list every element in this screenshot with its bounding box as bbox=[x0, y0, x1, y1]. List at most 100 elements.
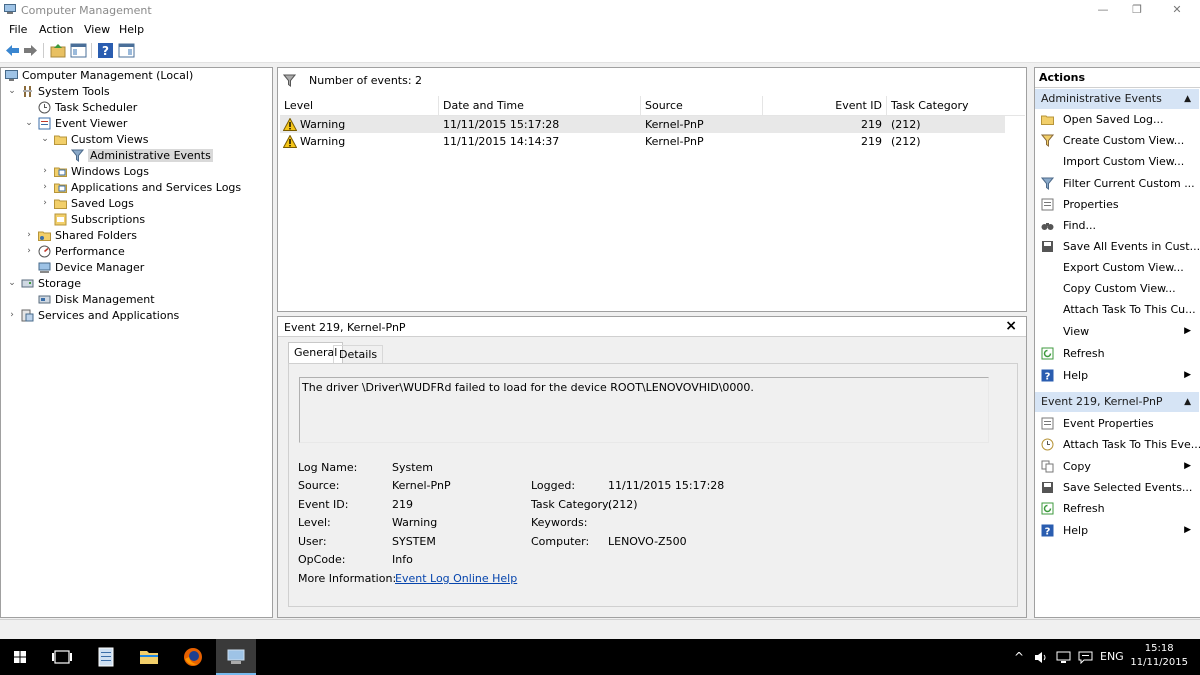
show-hide-action-pane-icon[interactable] bbox=[118, 42, 135, 59]
event-detail-pane: Event 219, Kernel-PnP × General Details … bbox=[277, 316, 1027, 618]
action-copy[interactable]: Copy ▶ bbox=[1035, 456, 1199, 477]
help-icon: ? bbox=[1041, 524, 1054, 537]
collapse-chevron-icon[interactable]: ⌄ bbox=[24, 116, 34, 131]
help-icon[interactable]: ? bbox=[97, 42, 114, 59]
expand-chevron-icon[interactable]: › bbox=[24, 228, 34, 243]
tree-item-app-services-logs[interactable]: Applications and Services Logs bbox=[54, 180, 241, 195]
tab-details[interactable]: Details bbox=[333, 345, 384, 364]
filter-icon bbox=[283, 74, 296, 87]
menu-action[interactable]: Action bbox=[39, 23, 73, 36]
label-level: Level: bbox=[298, 516, 331, 529]
action-event-properties[interactable]: Event Properties bbox=[1035, 413, 1199, 434]
file-explorer-icon[interactable] bbox=[129, 639, 169, 675]
menu-help[interactable]: Help bbox=[119, 23, 144, 36]
action-copy-custom-view[interactable]: Copy Custom View... bbox=[1035, 278, 1199, 299]
general-tab-panel: The driver \Driver\WUDFRd failed to load… bbox=[288, 363, 1018, 607]
column-header-event-id[interactable]: Event ID bbox=[763, 96, 887, 116]
expand-chevron-icon[interactable]: › bbox=[7, 308, 17, 323]
actions-section-event-219[interactable]: Event 219, Kernel-PnP ▲ bbox=[1035, 392, 1199, 412]
action-help-event[interactable]: ? Help ▶ bbox=[1035, 520, 1199, 541]
tree-item-computer-management[interactable]: Computer Management (Local) bbox=[5, 68, 193, 83]
action-center-icon[interactable] bbox=[1078, 651, 1093, 664]
task-view-icon[interactable] bbox=[42, 639, 82, 675]
language-indicator[interactable]: ENG bbox=[1100, 650, 1124, 663]
console-tree-pane: Computer Management (Local) ⌄ System Too… bbox=[0, 67, 273, 618]
menu-file[interactable]: File bbox=[9, 23, 27, 36]
clock-time: 15:18 bbox=[1144, 643, 1174, 654]
svg-text:?: ? bbox=[102, 44, 109, 58]
expand-chevron-icon[interactable]: › bbox=[40, 180, 50, 195]
expand-chevron-icon[interactable]: › bbox=[24, 244, 34, 259]
column-header-level[interactable]: Level bbox=[280, 96, 439, 116]
tree-item-custom-views[interactable]: Custom Views bbox=[54, 132, 148, 147]
computer-management-taskbar-button[interactable] bbox=[216, 639, 256, 675]
column-header-date-time[interactable]: Date and Time bbox=[439, 96, 641, 116]
action-view[interactable]: View ▶ bbox=[1035, 321, 1199, 342]
folder-icon bbox=[54, 135, 67, 145]
value-user: SYSTEM bbox=[392, 535, 436, 548]
tree-item-performance[interactable]: Performance bbox=[38, 244, 125, 259]
status-bar bbox=[0, 619, 1200, 639]
windows-start-icon[interactable] bbox=[0, 639, 40, 675]
binoculars-icon bbox=[1041, 223, 1054, 230]
forward-arrow-icon[interactable] bbox=[22, 42, 39, 59]
action-export-custom-view[interactable]: Export Custom View... bbox=[1035, 257, 1199, 278]
speaker-icon[interactable] bbox=[1034, 651, 1048, 664]
services-icon bbox=[21, 309, 34, 322]
tree-item-shared-folders[interactable]: Shared Folders bbox=[38, 228, 137, 243]
tree-item-administrative-events[interactable]: Administrative Events bbox=[71, 148, 213, 163]
filter-icon bbox=[71, 149, 84, 162]
network-icon[interactable] bbox=[1056, 651, 1071, 664]
close-detail-button[interactable]: × bbox=[1005, 318, 1017, 334]
action-open-saved-log[interactable]: Open Saved Log... bbox=[1035, 109, 1199, 130]
action-help[interactable]: ? Help ▶ bbox=[1035, 365, 1199, 386]
action-filter-current-custom-view[interactable]: Filter Current Custom ... bbox=[1035, 173, 1199, 194]
tree-item-device-manager[interactable]: Device Manager bbox=[38, 260, 144, 275]
tree-item-saved-logs[interactable]: Saved Logs bbox=[54, 196, 134, 211]
taskbar: ^ ENG 15:18 11/11/2015 bbox=[0, 639, 1200, 675]
action-save-all-events[interactable]: Save All Events in Cust... bbox=[1035, 236, 1200, 257]
notepad-app-icon[interactable] bbox=[86, 639, 126, 675]
action-find[interactable]: Find... bbox=[1035, 215, 1199, 236]
action-properties[interactable]: Properties bbox=[1035, 194, 1199, 215]
tree-item-task-scheduler[interactable]: Task Scheduler bbox=[38, 100, 137, 115]
collapse-chevron-icon[interactable]: ⌄ bbox=[40, 132, 50, 147]
actions-section-administrative-events[interactable]: Administrative Events ▲ bbox=[1035, 89, 1199, 109]
action-import-custom-view[interactable]: Import Custom View... bbox=[1035, 151, 1199, 172]
expand-chevron-icon[interactable]: › bbox=[40, 164, 50, 179]
tree-item-disk-management[interactable]: Disk Management bbox=[38, 292, 155, 307]
show-hidden-icons-chevron[interactable]: ^ bbox=[1014, 650, 1024, 664]
expand-chevron-icon[interactable]: › bbox=[40, 196, 50, 211]
column-header-source[interactable]: Source bbox=[641, 96, 763, 116]
menu-view[interactable]: View bbox=[84, 23, 110, 36]
cell-task-category: (212) bbox=[891, 135, 921, 148]
label-more-information: More Information: bbox=[298, 572, 397, 585]
firefox-icon[interactable] bbox=[173, 639, 213, 675]
column-header-task-category[interactable]: Task Category bbox=[887, 96, 1025, 116]
tree-item-storage[interactable]: Storage bbox=[21, 276, 81, 291]
tree-item-event-viewer[interactable]: Event Viewer bbox=[38, 116, 127, 131]
event-message-box[interactable]: The driver \Driver\WUDFRd failed to load… bbox=[299, 377, 989, 443]
collapse-chevron-icon[interactable]: ⌄ bbox=[7, 276, 17, 291]
event-log-online-help-link[interactable]: Event Log Online Help bbox=[395, 572, 517, 585]
tree-item-windows-logs[interactable]: Windows Logs bbox=[54, 164, 149, 179]
tree-item-subscriptions[interactable]: Subscriptions bbox=[54, 212, 145, 227]
collapse-chevron-icon[interactable]: ⌄ bbox=[7, 84, 17, 99]
table-row[interactable]: Warning 11/11/2015 15:17:28 Kernel-PnP 2… bbox=[280, 116, 1005, 133]
show-hide-tree-icon[interactable] bbox=[70, 42, 87, 59]
action-save-selected-events[interactable]: Save Selected Events... bbox=[1035, 477, 1199, 498]
action-refresh-event[interactable]: Refresh bbox=[1035, 498, 1199, 519]
action-attach-task-event[interactable]: Attach Task To This Eve... bbox=[1035, 434, 1200, 455]
up-folder-icon[interactable] bbox=[50, 42, 67, 59]
table-row[interactable]: Warning 11/11/2015 14:14:37 Kernel-PnP 2… bbox=[280, 133, 1005, 150]
tree-item-system-tools[interactable]: System Tools bbox=[21, 84, 110, 99]
event-detail-header: Event 219, Kernel-PnP × bbox=[278, 317, 1026, 337]
clock[interactable]: 15:18 11/11/2015 bbox=[1130, 642, 1188, 670]
close-window-button[interactable]: ✕ bbox=[1154, 0, 1200, 20]
tree-item-services-apps[interactable]: Services and Applications bbox=[21, 308, 179, 323]
action-refresh[interactable]: Refresh bbox=[1035, 343, 1199, 364]
submenu-arrow-icon: ▶ bbox=[1184, 326, 1191, 336]
action-attach-task-custom-view[interactable]: Attach Task To This Cu... bbox=[1035, 299, 1199, 320]
back-arrow-icon[interactable] bbox=[4, 42, 21, 59]
action-create-custom-view[interactable]: Create Custom View... bbox=[1035, 130, 1199, 151]
